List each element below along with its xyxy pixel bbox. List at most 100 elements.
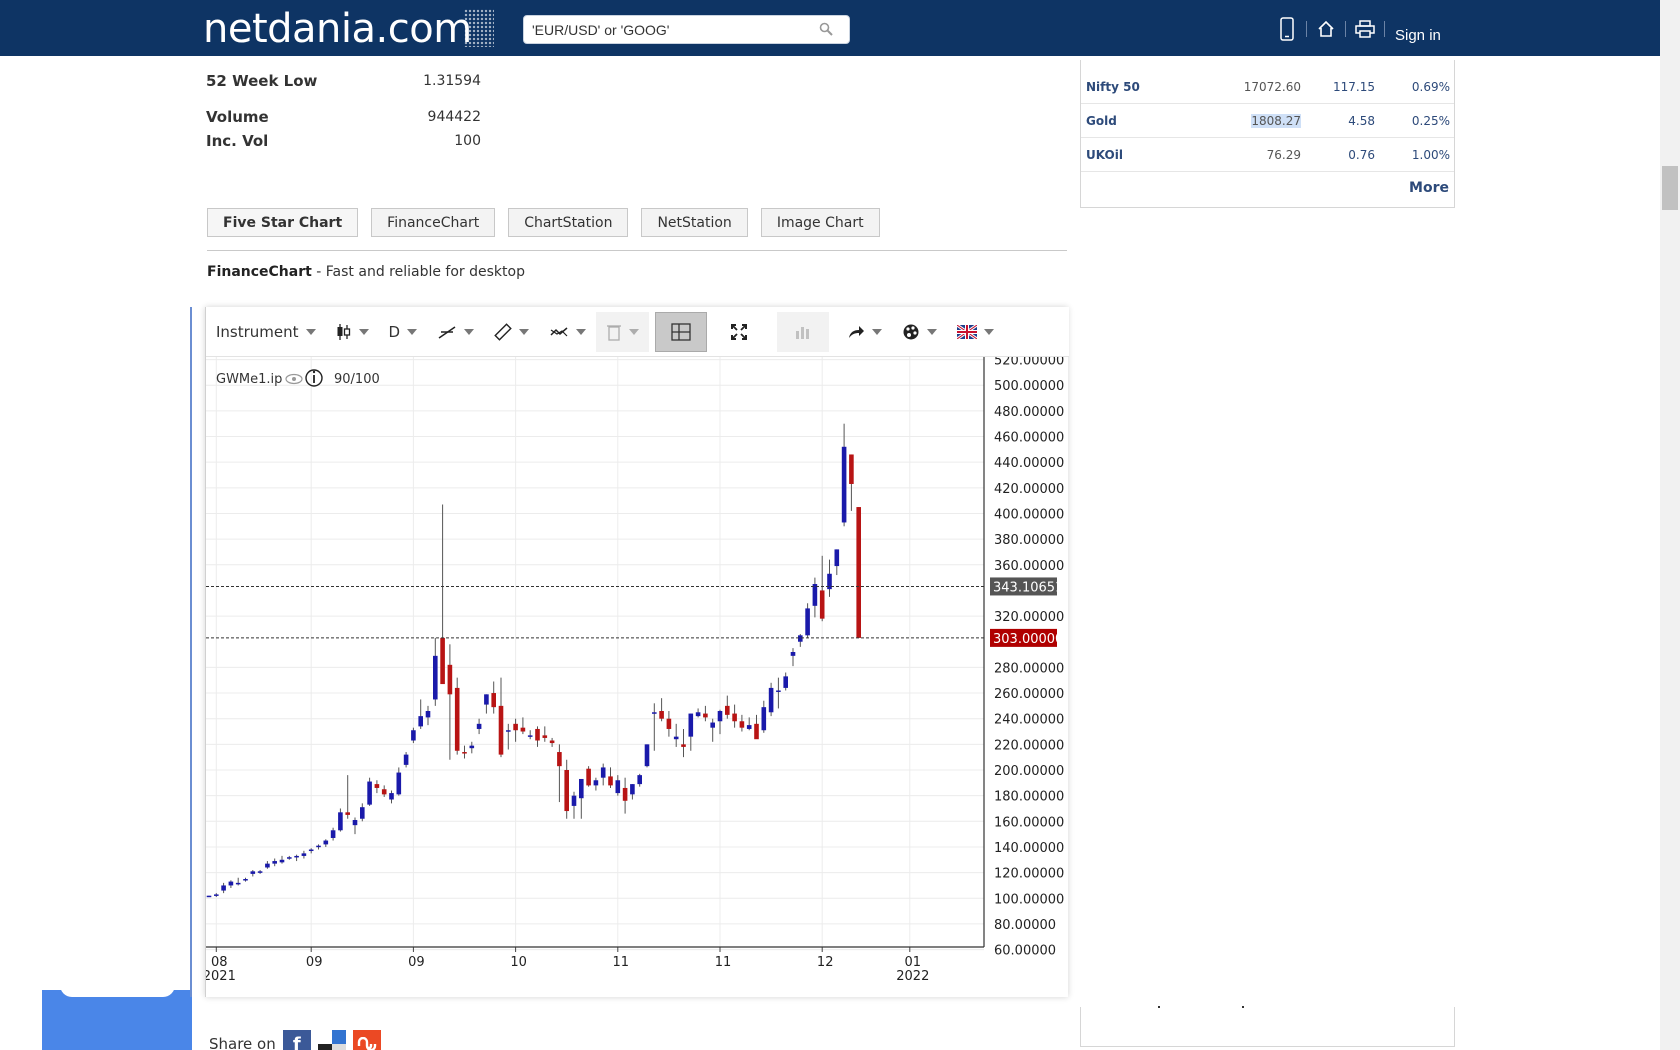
- market-row-nifty-50[interactable]: Nifty 50 17072.60 117.15 0.69%: [1081, 70, 1454, 104]
- indicators-dropdown[interactable]: [539, 312, 596, 352]
- x-tick-label: 01: [905, 955, 922, 970]
- y-tick-label: 140.00000: [994, 841, 1064, 856]
- candle-body: [732, 713, 737, 722]
- logo-grid-icon: [464, 9, 494, 47]
- period-dropdown[interactable]: D: [379, 312, 428, 352]
- candle-body: [805, 608, 810, 636]
- finance-chart-widget[interactable]: Instrument D 343.10651 303.00000 520.000…: [205, 307, 1069, 997]
- candle-body: [819, 590, 825, 619]
- candle-body: [688, 713, 694, 737]
- sign-in-link[interactable]: Sign in: [1395, 27, 1441, 44]
- candlestick-icon: [337, 323, 350, 340]
- home-icon[interactable]: [1309, 14, 1343, 44]
- financechart-tagline: - Fast and reliable for desktop: [311, 264, 525, 280]
- chevron-down-icon: [519, 328, 530, 335]
- stumbleupon-icon[interactable]: [352, 1030, 381, 1050]
- mobile-icon[interactable]: [1270, 14, 1304, 44]
- candle-body: [834, 549, 840, 567]
- market-change: 0.76: [1348, 148, 1375, 162]
- chart-left-accent: [190, 307, 192, 997]
- chevron-down-icon: [305, 328, 316, 335]
- x-tick-year: 2021: [206, 969, 236, 984]
- search-icon[interactable]: [819, 22, 833, 36]
- candle-body: [564, 770, 569, 812]
- candle-body: [725, 705, 730, 715]
- crosshair-toggle[interactable]: [655, 311, 708, 352]
- scrollbar-thumb[interactable]: [1662, 166, 1678, 210]
- language-dropdown[interactable]: [947, 312, 1004, 352]
- market-row-gold[interactable]: Gold 1808.27 4.58 0.25%: [1081, 104, 1454, 138]
- candle-body: [257, 871, 263, 873]
- y-tick-label: 280.00000: [994, 661, 1064, 676]
- volume-toggle[interactable]: [777, 311, 830, 352]
- market-change: 4.58: [1348, 114, 1375, 128]
- market-name[interactable]: UKOil: [1086, 148, 1123, 162]
- y-tick-label: 260.00000: [994, 687, 1064, 702]
- delicious-icon[interactable]: [317, 1030, 346, 1050]
- candle-body: [498, 705, 504, 755]
- page-scrollbar[interactable]: [1660, 0, 1680, 1050]
- search-box[interactable]: [523, 15, 850, 44]
- delete-dropdown[interactable]: [596, 311, 650, 352]
- instrument-dropdown[interactable]: Instrument: [206, 312, 326, 352]
- trash-icon: [607, 324, 622, 341]
- candle-body: [637, 775, 642, 785]
- crosshair-icon: [671, 322, 691, 341]
- candle-body: [323, 840, 329, 845]
- search-input[interactable]: [532, 16, 812, 43]
- tab-chartstation[interactable]: ChartStation: [508, 208, 629, 237]
- chevron-down-icon: [984, 328, 995, 335]
- tab-five-star-chart[interactable]: Five Star Chart: [207, 208, 359, 237]
- chevron-down-icon: [927, 328, 938, 335]
- candle-body: [389, 793, 394, 800]
- candle-body: [739, 721, 745, 728]
- print-icon[interactable]: [1348, 14, 1382, 44]
- candle-body: [235, 882, 241, 885]
- period-label: D: [388, 322, 401, 341]
- chart-grid: [206, 357, 984, 951]
- measure-dropdown[interactable]: [484, 312, 539, 352]
- eye-icon[interactable]: [285, 373, 303, 385]
- candle-body: [433, 655, 438, 700]
- share-arrow-icon: [849, 325, 865, 338]
- candle-body: [491, 693, 496, 708]
- more-link[interactable]: More: [1409, 180, 1449, 196]
- bar-count: 90/100: [334, 372, 380, 387]
- y-tick-label: 520.00000: [994, 357, 1064, 369]
- financechart-name: FinanceChart: [207, 264, 312, 280]
- candle-body: [849, 454, 854, 484]
- y-tick-label: 220.00000: [994, 738, 1064, 753]
- facebook-icon[interactable]: f: [282, 1030, 311, 1050]
- header-divider: [1384, 21, 1385, 37]
- info-icon[interactable]: [305, 369, 323, 387]
- share-chart-dropdown[interactable]: [837, 312, 892, 352]
- candle-body: [644, 744, 650, 767]
- candle-body: [360, 807, 365, 819]
- draw-line-dropdown[interactable]: [427, 312, 484, 352]
- side-decoration-cutout: [60, 985, 175, 997]
- candle-body: [695, 712, 701, 717]
- x-tick-label: 11: [715, 955, 732, 970]
- market-percent: 1.00%: [1411, 148, 1450, 162]
- side-decoration: [42, 990, 192, 1050]
- chart-toolbar: Instrument D: [206, 307, 1069, 357]
- candle-body: [717, 711, 723, 722]
- market-overview-table: Nifty 50 17072.60 117.15 0.69% Gold 1808…: [1080, 60, 1455, 208]
- candle-body: [783, 676, 788, 688]
- chart-style-dropdown[interactable]: [326, 312, 379, 352]
- price-chart[interactable]: 343.10651 303.00000 520.00000 500.00000 480…: [206, 357, 1069, 997]
- candle-body: [571, 795, 577, 806]
- tab-netstation[interactable]: NetStation: [641, 208, 748, 237]
- tab-image-chart[interactable]: Image Chart: [760, 208, 880, 237]
- tab-financechart[interactable]: FinanceChart: [371, 208, 496, 237]
- candle-body: [462, 752, 467, 754]
- market-name[interactable]: Gold: [1086, 114, 1117, 128]
- site-logo[interactable]: netdania.com: [203, 6, 472, 52]
- x-tick-label: 10: [510, 955, 527, 970]
- candle-body: [652, 712, 657, 714]
- market-name[interactable]: Nifty 50: [1086, 80, 1140, 94]
- theme-dropdown[interactable]: [892, 312, 947, 352]
- market-row-ukoil[interactable]: UKOil 76.29 0.76 1.00%: [1081, 138, 1454, 172]
- y-tick-label: 460.00000: [994, 431, 1064, 446]
- fullscreen-button[interactable]: [707, 312, 771, 352]
